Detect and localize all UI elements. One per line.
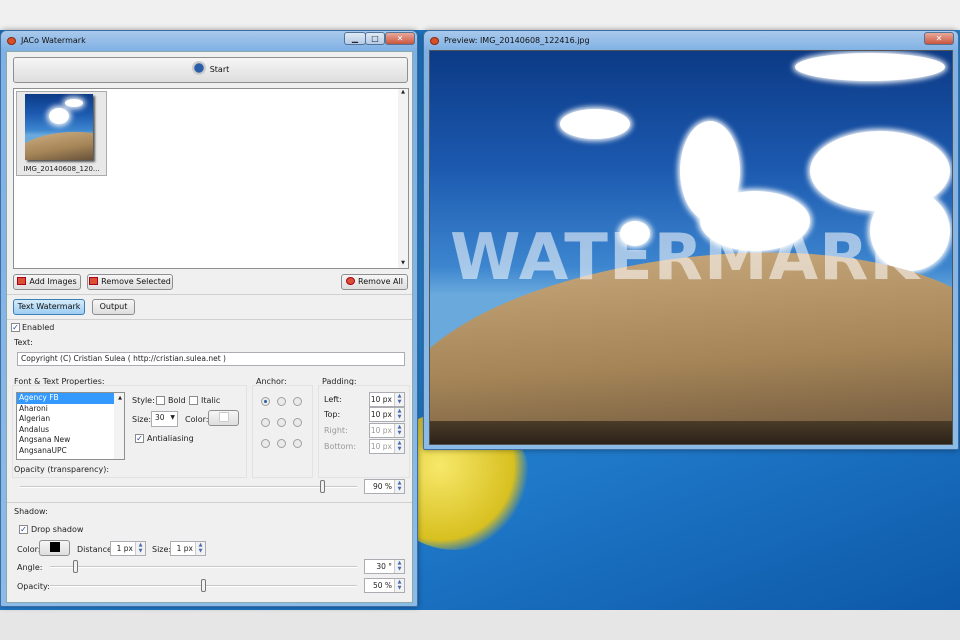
padding-right-label: Right: [324, 426, 348, 435]
scrollbar[interactable]: ▲ ▼ [398, 89, 408, 268]
padding-top-spinner[interactable]: 10 px ▲ ▼ [369, 407, 405, 422]
thumbnail-item[interactable]: IMG_20140608_120... [16, 91, 107, 176]
tab-text-watermark[interactable]: Text Watermark [13, 299, 85, 315]
padding-bottom-spinner: 10 px ▲ ▼ [369, 439, 405, 454]
font-item[interactable]: Andalus [17, 425, 124, 436]
window-title: JACo Watermark [21, 36, 86, 45]
preview-title: Preview: IMG_20140608_122416.jpg [444, 36, 590, 45]
angle-spinner[interactable]: 30 ° ▲ ▼ [364, 559, 405, 574]
bold-label: Bold [168, 396, 186, 405]
shadow-color-swatch [49, 542, 60, 552]
opacity-label: Opacity (transparency): [14, 465, 110, 474]
main-window: JACo Watermark ▁ □ ✕ Start ▲ ▼ IMG_201406… [0, 30, 418, 607]
padding-top-label: Top: [324, 410, 341, 419]
text-color-button[interactable] [208, 410, 239, 426]
enabled-checkbox[interactable]: ✓ [11, 323, 20, 332]
font-item[interactable]: Agency FB [17, 393, 124, 404]
anchor-radio-top-left[interactable] [261, 397, 270, 406]
size-label: Size: [132, 415, 152, 424]
shadow-size-spinner[interactable]: 1 px ▲ ▼ [170, 541, 206, 556]
anchor-radio-bottom-left[interactable] [261, 439, 270, 448]
bold-checkbox[interactable] [156, 396, 165, 405]
preview-icon [430, 37, 439, 45]
font-list[interactable]: Agency FB Aharoni Algerian Andalus Angsa… [16, 392, 125, 460]
chevron-down-icon: ▼ [170, 414, 175, 421]
gear-play-icon [191, 61, 206, 75]
drop-shadow-label: Drop shadow [31, 525, 84, 534]
shadow-color-label: Color: [17, 545, 41, 554]
drop-shadow-checkbox[interactable]: ✓ [19, 525, 28, 534]
preview-window: Preview: IMG_20140608_122416.jpg ✕ WATER… [423, 30, 959, 450]
padding-left-spinner[interactable]: 10 px ▲ ▼ [369, 392, 405, 407]
opacity-slider-thumb[interactable] [320, 480, 326, 493]
style-label: Style: [132, 396, 155, 405]
anchor-radio-middle-right[interactable] [293, 418, 302, 427]
image-list[interactable]: ▲ ▼ IMG_20140608_120... [13, 88, 409, 269]
anchor-radio-bottom-center[interactable] [277, 439, 286, 448]
anchor-radio-top-center[interactable] [277, 397, 286, 406]
close-button[interactable]: ✕ [385, 32, 415, 45]
anchor-radio-bottom-right[interactable] [293, 439, 302, 448]
remove-all-icon [346, 277, 356, 285]
add-image-icon [17, 277, 27, 285]
minimize-button[interactable]: ▁ [344, 32, 366, 45]
text-label: Text: [14, 338, 33, 347]
start-label: Start [209, 65, 230, 74]
angle-label: Angle: [17, 563, 43, 572]
top-margin [0, 0, 960, 30]
main-client-area: Start ▲ ▼ IMG_20140608_120... Add Images … [6, 51, 413, 603]
font-item[interactable]: Aharoni [17, 404, 124, 415]
antialiasing-checkbox[interactable]: ✓ [135, 434, 144, 443]
anchor-radio-center[interactable] [277, 418, 286, 427]
shadow-color-button[interactable] [39, 540, 70, 556]
preview-close-button[interactable]: ✕ [924, 32, 954, 45]
start-button[interactable]: Start [13, 57, 408, 83]
italic-label: Italic [201, 396, 221, 405]
padding-left-label: Left: [324, 395, 342, 404]
shadow-label: Shadow: [14, 507, 48, 516]
angle-slider-thumb[interactable] [72, 560, 78, 573]
padding-bottom-label: Bottom: [324, 442, 357, 451]
antialiasing-label: Antialiasing [147, 434, 194, 443]
shadow-opacity-label: Opacity: [17, 582, 50, 591]
font-item[interactable]: Algerian [17, 414, 124, 425]
enabled-label: Enabled [22, 323, 55, 332]
app-icon [7, 37, 16, 45]
preview-image: WATERMARK [429, 50, 953, 445]
font-item[interactable]: Angsana New [17, 435, 124, 446]
watermark-text-input[interactable]: Copyright (C) Cristian Sulea ( http://cr… [17, 352, 405, 366]
padding-right-spinner: 10 px ▲ ▼ [369, 423, 405, 438]
shadow-opacity-spinner[interactable]: 50 % ▲ ▼ [364, 578, 405, 593]
add-images-button[interactable]: Add Images [13, 274, 81, 290]
thumbnail-image [25, 94, 93, 160]
maximize-button[interactable]: □ [365, 32, 385, 45]
shadow-size-label: Size: [152, 545, 172, 554]
remove-selected-button[interactable]: Remove Selected [87, 274, 173, 290]
distance-spinner[interactable]: 1 px ▲ ▼ [110, 541, 146, 556]
thumbnail-caption: IMG_20140608_120... [23, 165, 100, 173]
remove-image-icon [89, 277, 99, 285]
angle-slider-track[interactable] [50, 566, 357, 568]
opacity-spinner[interactable]: 90 % ▲ ▼ [364, 479, 405, 494]
shadow-opacity-slider-thumb[interactable] [200, 579, 206, 592]
italic-checkbox[interactable] [189, 396, 198, 405]
bottom-margin [0, 610, 960, 640]
anchor-radio-top-right[interactable] [293, 397, 302, 406]
watermark-overlay-text: WATERMARK [450, 221, 921, 295]
color-label: Color: [185, 415, 209, 424]
size-dropdown[interactable]: 30 ▼ [151, 411, 178, 427]
opacity-slider-track[interactable] [20, 486, 357, 488]
font-list-scrollbar[interactable]: ▲ [114, 393, 124, 459]
font-item[interactable]: AngsanaUPC [17, 446, 124, 457]
color-swatch [218, 412, 229, 422]
anchor-radio-middle-left[interactable] [261, 418, 270, 427]
remove-all-button[interactable]: Remove All [341, 274, 408, 290]
tab-output[interactable]: Output [92, 299, 135, 315]
